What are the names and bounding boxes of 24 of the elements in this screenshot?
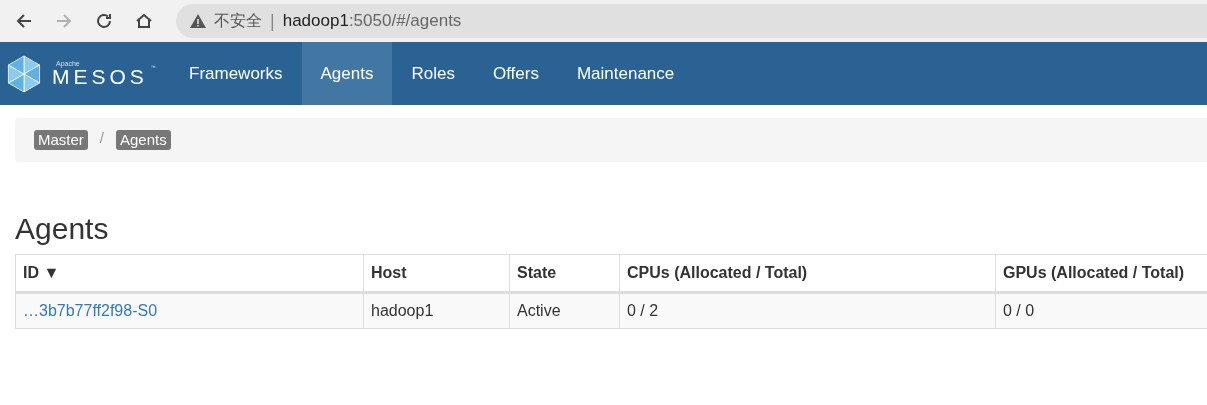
back-arrow-icon bbox=[15, 12, 33, 30]
warning-icon bbox=[190, 14, 206, 28]
table-cell: hadoop1 bbox=[363, 292, 510, 329]
url-text: hadoop1:5050/#/agents bbox=[282, 11, 462, 31]
address-bar[interactable]: 不安全 | hadoop1:5050/#/agents bbox=[176, 4, 1207, 38]
forward-arrow-icon bbox=[55, 12, 73, 30]
table-cell: 0 / 0 bbox=[995, 292, 1207, 329]
nav-tab[interactable]: Offers bbox=[473, 42, 558, 105]
page-heading: Agents bbox=[15, 212, 110, 246]
breadcrumb-separator: / bbox=[99, 128, 104, 146]
reload-icon bbox=[95, 12, 113, 30]
url-separator: | bbox=[270, 10, 275, 32]
breadcrumb-link[interactable]: Master bbox=[34, 130, 88, 150]
nav-tab[interactable]: Roles bbox=[392, 42, 474, 105]
security-label: 不安全 bbox=[214, 10, 262, 31]
agent-id-link[interactable]: …3b7b77ff2f98-S0 bbox=[23, 302, 158, 319]
nav-tab[interactable]: Maintenance bbox=[557, 42, 694, 105]
home-icon bbox=[135, 12, 153, 30]
table-cell: 0 / 2 bbox=[619, 292, 996, 329]
breadcrumb-link[interactable]: Agents bbox=[116, 130, 171, 150]
logo-text: MESOS bbox=[52, 67, 148, 87]
nav-tab[interactable]: Agents bbox=[301, 42, 393, 105]
nav-tab[interactable]: Frameworks bbox=[170, 42, 302, 105]
table-cell: Active bbox=[509, 292, 620, 329]
